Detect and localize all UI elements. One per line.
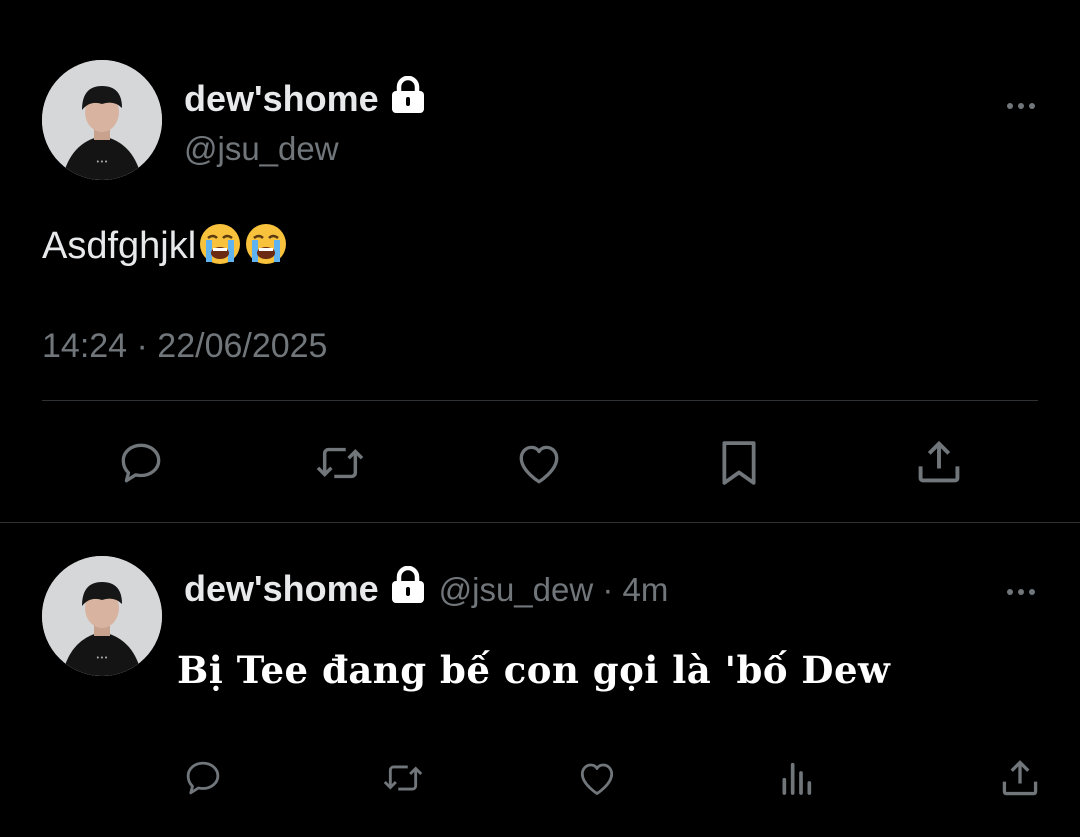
loudly-crying-face-emoji: [198, 222, 242, 266]
lock-icon: [391, 75, 425, 119]
section-divider: [0, 522, 1080, 523]
reply-share-icon[interactable]: [998, 756, 1042, 800]
loudly-crying-face-emoji: [244, 222, 288, 266]
timestamp[interactable]: 14:24 · 22/06/2025: [42, 327, 327, 366]
reply-reply-icon[interactable]: [182, 757, 224, 799]
divider: [42, 400, 1038, 401]
bookmark-icon[interactable]: [716, 437, 762, 489]
reply-handle-time[interactable]: @jsu_dew · 4m: [439, 571, 669, 608]
reply-display-name[interactable]: dew'shome: [184, 568, 379, 609]
like-icon[interactable]: [514, 440, 564, 486]
handle[interactable]: @jsu_dew: [184, 130, 339, 168]
share-icon[interactable]: [913, 436, 965, 488]
avatar[interactable]: •••: [42, 60, 162, 180]
display-name[interactable]: dew'shome: [184, 78, 379, 119]
reply-author-row: dew'shome @jsu_dew · 4m: [184, 565, 669, 610]
retweet-icon[interactable]: [312, 440, 368, 486]
views-icon[interactable]: [776, 758, 816, 798]
reply-avatar[interactable]: •••: [42, 556, 162, 676]
reply-text: Bị Tee đang bế con gọi là 'bố Dew: [177, 648, 891, 692]
tweet-body: Asdfghjkl: [42, 225, 197, 267]
svg-text:•••: •••: [96, 654, 108, 662]
tweet-text: Asdfghjkl: [42, 222, 288, 268]
reply-like-icon[interactable]: [576, 759, 618, 797]
reply-retweet-icon[interactable]: [380, 759, 426, 797]
lock-icon: [391, 565, 425, 609]
more-options-icon[interactable]: [1007, 96, 1047, 112]
author-row: dew'shome: [184, 75, 425, 120]
reply-more-options-icon[interactable]: [1007, 582, 1047, 598]
svg-text:•••: •••: [96, 158, 108, 166]
reply-icon[interactable]: [116, 438, 166, 488]
